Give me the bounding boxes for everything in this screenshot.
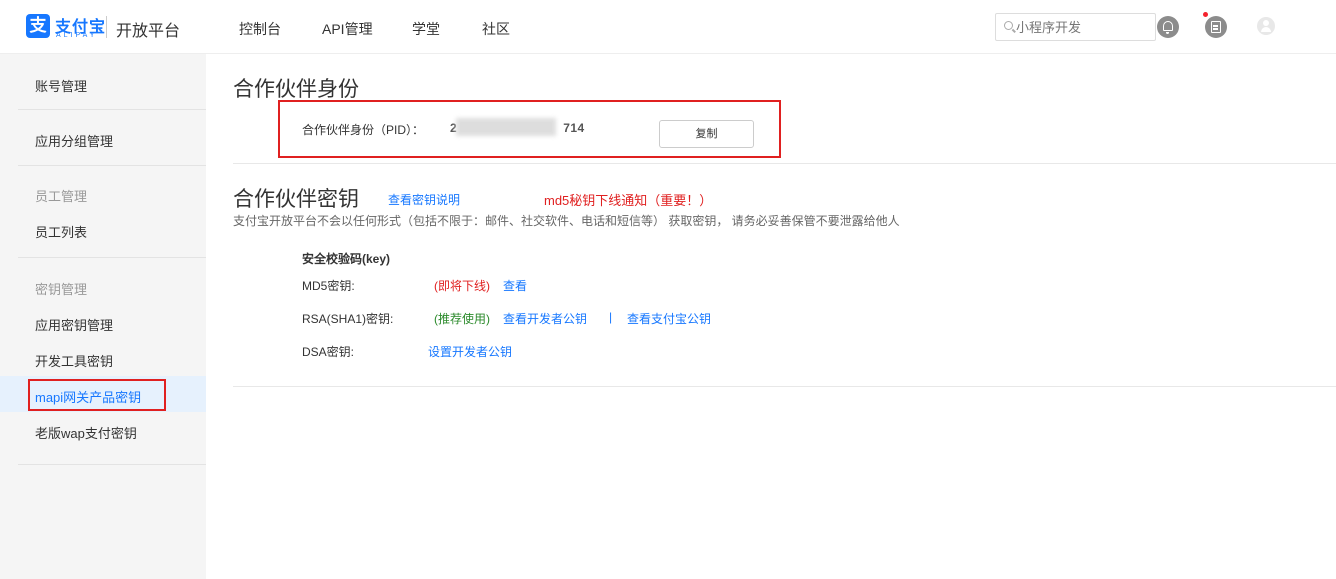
- sidebar-item-account-management[interactable]: 账号管理: [35, 76, 87, 95]
- search-icon: [1004, 21, 1013, 30]
- sidebar-divider: [18, 464, 206, 465]
- logo-divider: [106, 16, 107, 38]
- view-key-description-link[interactable]: 查看密钥说明: [388, 191, 460, 208]
- rsa-status-badge: (推荐使用): [434, 312, 490, 326]
- sidebar-group-staff: 员工管理: [35, 189, 88, 204]
- rsa-link-separator: |: [609, 310, 613, 324]
- nav-academy[interactable]: 学堂: [412, 19, 440, 39]
- md5-status-badge: (即将下线): [434, 279, 490, 293]
- nav-community[interactable]: 社区: [482, 19, 510, 39]
- dsa-key-label: DSA密钥:: [302, 345, 355, 359]
- security-key-title: 安全校验码(key): [302, 252, 391, 266]
- sidebar-divider: [18, 109, 206, 110]
- sidebar-item-dev-tool-key[interactable]: 开发工具密钥: [35, 351, 113, 370]
- security-notice-text: 支付宝开放平台不会以任何形式（包括不限于：邮件、社交软件、电话和短信等） 获取密…: [233, 214, 900, 228]
- sidebar-divider: [18, 257, 206, 258]
- unread-dot-icon: [1203, 12, 1208, 17]
- rsa-key-label: RSA(SHA1)密钥:: [302, 312, 394, 326]
- section-divider: [233, 386, 1336, 387]
- partner-identity-title: 合作伙伴身份: [233, 78, 359, 101]
- alipay-logo-icon[interactable]: 支: [26, 14, 50, 38]
- sidebar-group-keys: 密钥管理: [35, 282, 88, 297]
- md5-offline-notice-link[interactable]: md5秘钥下线通知（重要！）: [544, 190, 712, 209]
- message-doc-icon[interactable]: [1205, 16, 1227, 38]
- pid-value-suffix: 714: [563, 121, 585, 135]
- alipay-logo-en: ALIPAY: [56, 32, 98, 39]
- sidebar-divider: [18, 165, 206, 166]
- sidebar-item-mapi-gateway-key[interactable]: mapi网关产品密钥: [35, 387, 141, 406]
- partner-key-title: 合作伙伴密钥: [233, 188, 359, 211]
- md5-view-link[interactable]: 查看: [503, 277, 527, 294]
- sidebar-item-app-group-management[interactable]: 应用分组管理: [35, 131, 113, 150]
- sidebar-item-app-key-management[interactable]: 应用密钥管理: [35, 315, 113, 334]
- notification-bell-icon[interactable]: [1157, 16, 1179, 38]
- nav-console[interactable]: 控制台: [239, 19, 281, 39]
- pid-redaction-mask: [456, 118, 556, 136]
- dsa-set-developer-public-key-link[interactable]: 设置开发者公钥: [428, 343, 512, 360]
- copy-pid-button[interactable]: 复制: [659, 120, 754, 148]
- md5-key-label: MD5密钥:: [302, 279, 355, 293]
- user-avatar-icon[interactable]: [1257, 17, 1275, 35]
- sidebar-item-staff-list[interactable]: 员工列表: [35, 222, 87, 241]
- platform-title[interactable]: 开放平台: [116, 17, 180, 41]
- sidebar-item-old-wap-pay-key[interactable]: 老版wap支付密钥: [35, 423, 137, 442]
- rsa-view-developer-public-key-link[interactable]: 查看开发者公钥: [503, 310, 587, 327]
- nav-api-management[interactable]: API管理: [322, 19, 373, 39]
- sidebar: 账号管理 应用分组管理 员工管理 员工列表 密钥管理 应用密钥管理 开发工具密钥…: [0, 54, 206, 579]
- rsa-view-alipay-public-key-link[interactable]: 查看支付宝公钥: [627, 310, 711, 327]
- section-divider: [233, 163, 1336, 164]
- pid-label: 合作伙伴身份（PID）：: [302, 123, 425, 137]
- search-box[interactable]: [995, 13, 1156, 41]
- search-input[interactable]: [1016, 17, 1146, 37]
- top-navbar: 支 支付宝 ALIPAY 开放平台 控制台 API管理 学堂 社区: [0, 0, 1336, 54]
